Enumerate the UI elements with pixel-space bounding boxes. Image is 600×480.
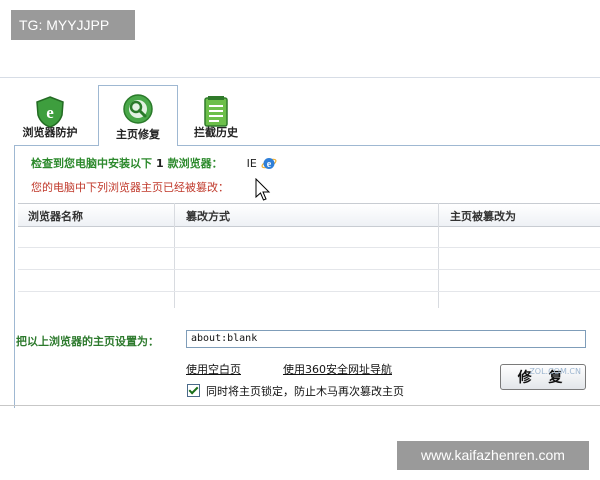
browser-count: 1 [156,157,164,170]
detection-prefix: 检查到您电脑中安装以下 [31,157,152,170]
table-row [18,291,600,292]
column-header-tampered-to[interactable]: 主页被篡改为 [450,208,516,224]
column-header-browser-name[interactable]: 浏览器名称 [28,208,83,224]
browser-detection-text: 检查到您电脑中安装以下 1 款浏览器： IE [31,155,257,171]
mouse-cursor-icon [255,178,271,201]
tab-homepage-repair[interactable]: 主页修复 [98,85,178,146]
tampered-warning: 您的电脑中下列浏览器主页已经被篡改： [31,181,229,194]
homepage-url-input[interactable]: about:blank [186,330,586,348]
ie-icon: e [261,158,277,170]
site-watermark: ZOL.COM.CN [529,367,581,376]
browser-name: IE [246,157,257,170]
table-row [18,269,600,270]
lock-homepage-checkbox[interactable] [187,384,200,397]
repair-button[interactable]: 修 复 ZOL.COM.CN [500,364,586,390]
table-row [18,247,600,248]
security-app-window: e 浏览器防护 主页修复 拦截历史 检查到您电脑中安装以下 1 款浏览器： IE… [0,77,600,408]
detection-suffix: 款浏览器： [167,157,223,170]
window-top-border [0,77,600,78]
homepage-setting-label: 把以上浏览器的主页设置为： [16,335,159,348]
watermark-top: TG: MYYJJPP [11,10,135,40]
column-divider [438,203,439,308]
svg-text:e: e [267,159,272,170]
screenshot-bottom-edge [0,405,600,406]
tampered-browsers-table: 浏览器名称 篡改方式 主页被篡改为 [18,203,600,308]
lock-homepage-option[interactable]: 同时将主页锁定，防止木马再次篡改主页 [187,383,404,399]
wrench-repair-icon [123,94,153,124]
tab-label: 主页修复 [116,128,160,141]
use-360-nav-link[interactable]: 使用360安全网址导航 [283,361,392,377]
tab-label: 浏览器防护 [22,126,78,139]
use-blank-page-link[interactable]: 使用空白页 [186,361,241,377]
tab-label: 拦截历史 [194,126,238,139]
tab-browser-protection[interactable]: e 浏览器防护 [10,89,90,144]
svg-text:e: e [46,103,54,122]
watermark-bottom: www.kaifazhenren.com [397,441,589,470]
lock-homepage-label: 同时将主页锁定，防止木马再次篡改主页 [206,385,404,398]
tab-block-history[interactable]: 拦截历史 [176,89,256,144]
column-header-tamper-method[interactable]: 篡改方式 [186,208,230,224]
column-divider [174,203,175,308]
tab-bar: e 浏览器防护 主页修复 拦截历史 [0,85,600,146]
table-header: 浏览器名称 篡改方式 主页被篡改为 [18,203,600,227]
